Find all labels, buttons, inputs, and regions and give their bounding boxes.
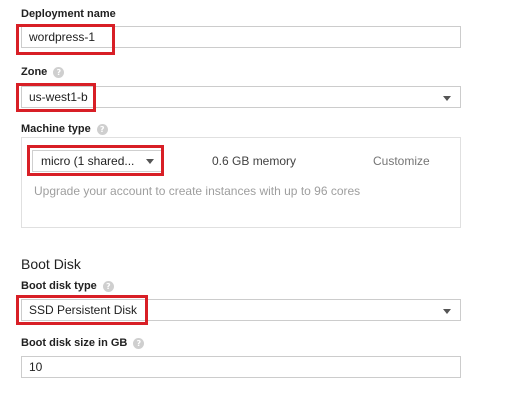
- zone-value: us-west1-b: [29, 90, 88, 104]
- boot-disk-size-label-text: Boot disk size in GB: [21, 337, 128, 349]
- help-icon[interactable]: ?: [133, 337, 145, 349]
- boot-disk-size-label: Boot disk size in GB ?: [21, 337, 145, 349]
- deployment-name-label-text: Deployment name: [21, 8, 116, 20]
- zone-select[interactable]: us-west1-b: [21, 86, 461, 108]
- machine-type-select[interactable]: micro (1 shared...: [32, 150, 164, 172]
- chevron-down-icon: [443, 309, 451, 314]
- machine-type-label-text: Machine type: [21, 123, 91, 135]
- memory-info: 0.6 GB memory: [212, 154, 297, 168]
- help-icon[interactable]: ?: [53, 66, 65, 78]
- deployment-name-label: Deployment name: [21, 8, 116, 20]
- upgrade-note: Upgrade your account to create instances…: [34, 184, 361, 198]
- boot-disk-size-input[interactable]: 10: [21, 356, 461, 378]
- deployment-name-value: wordpress-1: [29, 30, 96, 44]
- deployment-name-input[interactable]: wordpress-1: [21, 26, 461, 48]
- boot-disk-section-title: Boot Disk: [21, 256, 81, 272]
- help-icon[interactable]: ?: [96, 123, 108, 135]
- boot-disk-type-label-text: Boot disk type: [21, 280, 97, 292]
- zone-label: Zone ?: [21, 66, 65, 78]
- chevron-down-icon: [146, 159, 154, 164]
- machine-type-panel: micro (1 shared... 0.6 GB memory Customi…: [21, 137, 461, 228]
- customize-button[interactable]: Customize: [373, 154, 430, 168]
- zone-label-text: Zone: [21, 66, 48, 78]
- boot-disk-type-select[interactable]: SSD Persistent Disk: [21, 299, 461, 321]
- help-icon[interactable]: ?: [102, 280, 114, 292]
- boot-disk-type-label: Boot disk type ?: [21, 280, 114, 292]
- machine-type-label: Machine type ?: [21, 123, 108, 135]
- boot-disk-type-value: SSD Persistent Disk: [29, 303, 138, 317]
- boot-disk-size-value: 10: [29, 360, 43, 374]
- chevron-down-icon: [443, 96, 451, 101]
- machine-type-value: micro (1 shared...: [41, 154, 135, 168]
